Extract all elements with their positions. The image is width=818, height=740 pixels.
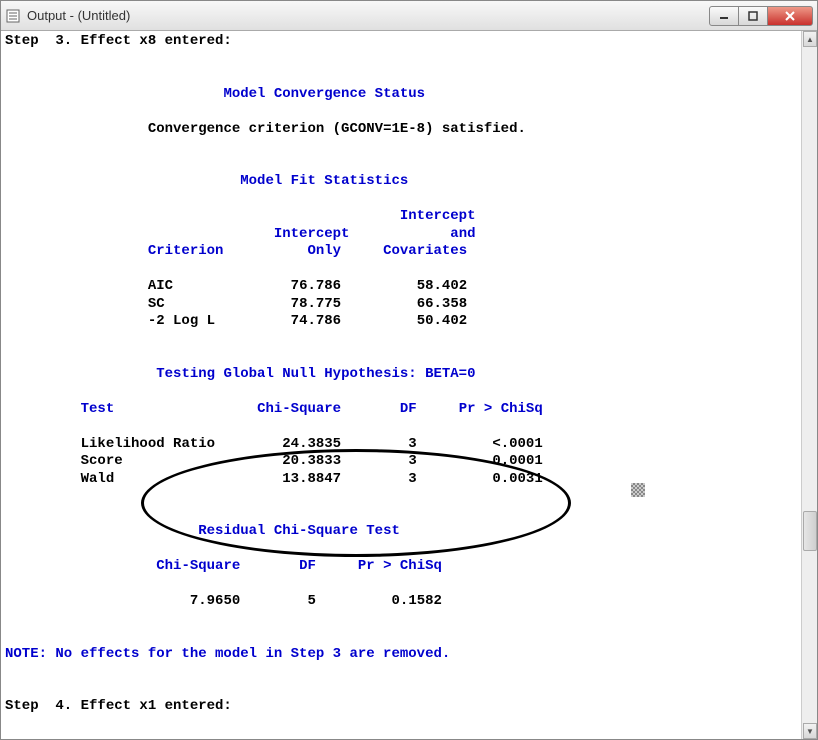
step3-line: Step 3. Effect x8 entered:	[5, 33, 232, 49]
residual-row: 7.9650 5 0.1582	[5, 593, 442, 609]
scroll-thumb[interactable]	[803, 511, 817, 551]
content-area: Step 3. Effect x8 entered: Model Converg…	[1, 31, 817, 739]
step4-line: Step 4. Effect x1 entered:	[5, 698, 232, 714]
close-button[interactable]	[767, 6, 813, 26]
minimize-button[interactable]	[709, 6, 739, 26]
vertical-scrollbar[interactable]: ▲ ▼	[801, 31, 817, 739]
global-row-wald: Wald 13.8847 3 0.0031	[5, 471, 543, 487]
scroll-down-button[interactable]: ▼	[803, 723, 817, 739]
window-controls	[710, 6, 813, 26]
fit-row-2logl: -2 Log L 74.786 50.402	[5, 313, 467, 329]
titlebar[interactable]: Output - (Untitled)	[1, 1, 817, 31]
window-title: Output - (Untitled)	[27, 8, 710, 23]
note-line: NOTE: No effects for the model in Step 3…	[5, 646, 450, 662]
fit-row-sc: SC 78.775 66.358	[5, 296, 467, 312]
output-text-pane[interactable]: Step 3. Effect x8 entered: Model Converg…	[1, 31, 801, 739]
residual-col-headers: Chi-Square DF Pr > ChiSq	[5, 558, 442, 574]
output-window: Output - (Untitled) Step 3. Effect x8 en…	[0, 0, 818, 740]
convergence-text: Convergence criterion (GCONV=1E-8) satis…	[148, 121, 526, 137]
app-icon	[5, 8, 21, 24]
global-row-lr: Likelihood Ratio 24.3835 3 <.0001	[5, 436, 543, 452]
global-row-score: Score 20.3833 3 0.0001	[5, 453, 543, 469]
convergence-header: Model Convergence Status	[5, 86, 425, 102]
fit-header: Model Fit Statistics	[5, 173, 408, 189]
fit-row-aic: AIC 76.786 58.402	[5, 278, 467, 294]
artifact-mark	[631, 483, 645, 497]
scroll-up-button[interactable]: ▲	[803, 31, 817, 47]
maximize-button[interactable]	[738, 6, 768, 26]
residual-header: Residual Chi-Square Test	[5, 523, 400, 539]
fit-col-headers: Intercept Intercept and Criterion Only C…	[5, 208, 476, 259]
global-header: Testing Global Null Hypothesis: BETA=0	[5, 366, 476, 382]
global-col-headers: Test Chi-Square DF Pr > ChiSq	[5, 401, 543, 417]
